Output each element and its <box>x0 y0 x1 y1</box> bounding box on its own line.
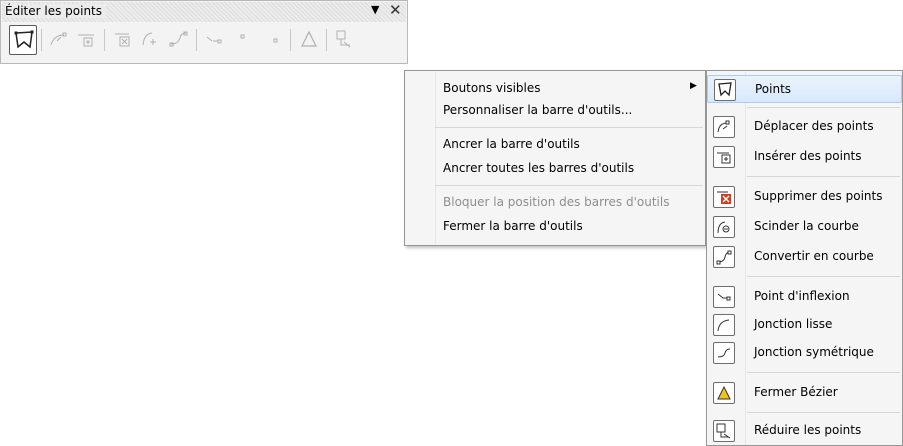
submenu-item-symmetric-transition[interactable]: Jonction symétrique <box>707 339 902 367</box>
move-points-icon <box>50 32 67 46</box>
close-bezier-icon <box>713 382 735 404</box>
points-icon <box>714 79 736 101</box>
toolbar-corner-point-button[interactable] <box>201 25 229 55</box>
edit-points-toolbar: Éditer les points ▼ ✕ <box>0 0 408 64</box>
smooth-transition-icon <box>240 34 245 39</box>
toolbar-smooth-transition-button[interactable] <box>229 25 257 55</box>
submenu-label: Insérer des points <box>754 149 862 163</box>
submenu-label: Déplacer des points <box>754 119 874 133</box>
eliminate-points-icon <box>336 30 351 48</box>
smooth-transition-icon <box>713 314 735 336</box>
toolbar-split-curve-button[interactable] <box>137 25 165 55</box>
submenu-arrow-icon: ▶ <box>690 81 697 91</box>
submenu-label: Supprimer des points <box>754 189 883 203</box>
toolbar-title: Éditer les points <box>5 4 107 18</box>
toolbar-move-points-button[interactable] <box>45 25 73 55</box>
toolbar-close-bezier-button[interactable] <box>295 25 323 55</box>
submenu-label: Convertir en courbe <box>754 249 874 263</box>
split-curve-icon <box>713 216 735 238</box>
toolbar-context-menu: Boutons visibles ▶ Personnaliser la barr… <box>404 70 706 246</box>
submenu-label: Jonction symétrique <box>754 345 874 359</box>
insert-points-icon <box>78 34 94 47</box>
delete-points-icon <box>115 33 130 47</box>
submenu-item-delete-points[interactable]: Supprimer des points <box>707 183 902 211</box>
menu-item-close-toolbar[interactable]: Fermer la barre d'outils <box>443 219 583 233</box>
split-curve-icon <box>142 32 156 46</box>
toolbar-options-button[interactable]: ▼ <box>371 3 379 16</box>
submenu-label: Jonction lisse <box>754 317 833 331</box>
eliminate-points-icon <box>713 420 735 442</box>
submenu-item-move-points[interactable]: Déplacer des points <box>707 113 902 141</box>
corner-point-icon <box>713 286 735 308</box>
submenu-item-insert-points[interactable]: Insérer des points <box>707 143 902 171</box>
toolbar-eliminate-points-button[interactable] <box>331 25 359 55</box>
submenu-item-smooth-transition[interactable]: Jonction lisse <box>707 311 902 339</box>
close-bezier-icon <box>301 30 317 47</box>
menu-item-customize-toolbar[interactable]: Personnaliser la barre d'outils... <box>443 103 632 117</box>
submenu-item-eliminate-points[interactable]: Réduire les points <box>707 417 902 445</box>
symmetric-transition-icon <box>713 342 735 364</box>
toolbar-insert-points-button[interactable] <box>73 25 101 55</box>
close-toolbar-button[interactable]: ✕ <box>389 1 402 19</box>
points-icon <box>14 30 34 49</box>
submenu-item-corner-point[interactable]: Point d'inflexion <box>707 283 902 311</box>
submenu-item-split-curve[interactable]: Scinder la courbe <box>707 213 902 241</box>
menu-item-dock-all-toolbars[interactable]: Ancrer toutes les barres d'outils <box>443 161 634 175</box>
menu-item-visible-buttons[interactable]: Boutons visibles <box>443 81 541 95</box>
convert-curve-icon <box>169 31 188 47</box>
delete-points-icon <box>713 186 735 208</box>
toolbar-buttons <box>7 23 403 59</box>
corner-point-icon <box>206 36 222 44</box>
submenu-item-close-bezier[interactable]: Fermer Bézier <box>707 379 902 407</box>
toolbar-points-button[interactable] <box>9 25 37 55</box>
submenu-label: Point d'inflexion <box>754 289 850 303</box>
move-points-icon <box>713 116 735 138</box>
convert-curve-icon <box>713 246 735 268</box>
toolbar-symmetric-transition-button[interactable] <box>259 25 287 55</box>
submenu-label: Réduire les points <box>754 423 862 437</box>
toolbar-convert-curve-button[interactable] <box>165 25 193 55</box>
submenu-label: Points <box>755 82 792 96</box>
symmetric-transition-icon <box>273 38 278 43</box>
submenu-item-points[interactable]: Points <box>707 75 902 103</box>
submenu-label: Fermer Bézier <box>754 385 838 399</box>
insert-points-icon <box>713 146 735 168</box>
menu-item-dock-toolbar[interactable]: Ancrer la barre d'outils <box>443 137 580 151</box>
menu-item-lock-toolbar-position: Bloquer la position des barres d'outils <box>443 195 670 209</box>
submenu-label: Scinder la courbe <box>754 219 859 233</box>
submenu-item-convert-curve[interactable]: Convertir en courbe <box>707 243 902 271</box>
toolbar-delete-points-button[interactable] <box>109 25 137 55</box>
visible-buttons-submenu: Points Déplacer des points Insérer des p… <box>706 70 903 446</box>
